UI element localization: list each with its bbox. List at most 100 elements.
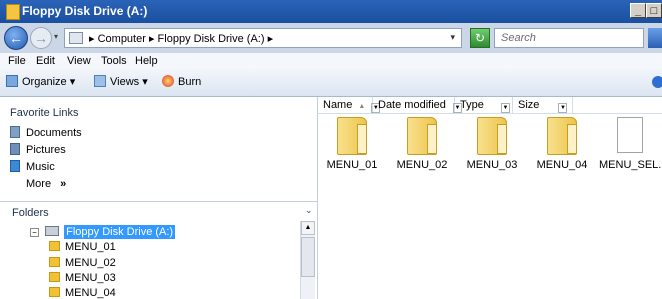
chevron-down-icon: ▾: [69, 76, 76, 88]
tree-label: MENU_02: [65, 257, 116, 269]
floppy-drive-icon: [45, 226, 60, 236]
favorite-documents[interactable]: Documents: [10, 126, 82, 139]
file-name: MENU_02: [396, 159, 448, 171]
file-item-menu-02[interactable]: MENU_02: [391, 115, 453, 185]
address-bar: ← → ▾ ▸ Computer ▸ Floppy Disk Drive (A:…: [0, 23, 662, 53]
column-size[interactable]: Size ▼: [513, 97, 573, 113]
music-icon: [10, 160, 20, 172]
refresh-button[interactable]: ↻: [470, 28, 490, 48]
tree-label: MENU_04: [65, 287, 116, 299]
tree-item-menu-02[interactable]: MENU_02: [49, 257, 116, 269]
breadcrumb-separator[interactable]: ▸: [268, 33, 274, 45]
sort-up-icon: ▲: [358, 103, 366, 110]
document-icon: [617, 117, 643, 153]
favorite-pictures[interactable]: Pictures: [10, 143, 66, 156]
collapse-icon[interactable]: ⌄: [305, 205, 313, 216]
organize-icon: [6, 75, 18, 87]
file-name: MENU_SEL....: [599, 159, 662, 171]
scroll-thumb[interactable]: [301, 237, 315, 277]
folder-icon: [49, 272, 60, 282]
burn-label: Burn: [178, 76, 202, 88]
organize-button[interactable]: Organize ▾: [6, 75, 75, 88]
burn-icon: [162, 75, 174, 87]
tree-label: MENU_03: [65, 272, 116, 284]
chevron-down-icon: ▾: [142, 76, 148, 88]
menu-tools[interactable]: Tools: [101, 55, 127, 67]
scroll-up-icon[interactable]: ▲: [301, 221, 315, 235]
search-placeholder: Search: [501, 32, 536, 44]
breadcrumb-floppy[interactable]: Floppy Disk Drive (A:): [158, 33, 265, 45]
views-label: Views: [110, 76, 140, 88]
views-icon: [94, 75, 106, 87]
menu-edit[interactable]: Edit: [36, 55, 55, 67]
help-icon[interactable]: [652, 76, 662, 88]
address-box[interactable]: ▸ Computer ▸ Floppy Disk Drive (A:) ▸ ▾: [64, 28, 462, 48]
forward-button[interactable]: →: [30, 27, 52, 49]
address-dropdown[interactable]: ▾: [450, 32, 455, 43]
collapse-toggle-icon[interactable]: −: [30, 228, 39, 237]
breadcrumb-separator[interactable]: ▸: [89, 33, 95, 45]
organize-label: Organize: [22, 76, 67, 88]
file-item-menu-01[interactable]: MENU_01: [321, 115, 383, 185]
tree-root-item[interactable]: − Floppy Disk Drive (A:): [30, 225, 176, 239]
computer-icon: [69, 32, 83, 44]
folder-icon: [49, 241, 60, 251]
folder-icon: [407, 117, 437, 155]
column-type[interactable]: Type ▼: [455, 97, 513, 113]
divider: [0, 201, 318, 202]
favorite-links-heading: Favorite Links: [10, 107, 79, 119]
file-item-menu-04[interactable]: MENU_04: [531, 115, 593, 185]
folder-icon: [337, 117, 367, 155]
minimize-button[interactable]: _: [630, 3, 646, 18]
folder-icon: [547, 117, 577, 155]
column-date-modified[interactable]: Date modified ▼: [373, 97, 462, 113]
favorite-label: Music: [26, 161, 55, 173]
tree-item-menu-01[interactable]: MENU_01: [49, 241, 116, 253]
file-item-menu-03[interactable]: MENU_03: [461, 115, 523, 185]
burn-button[interactable]: Burn: [162, 75, 201, 88]
file-item-menu-sel[interactable]: MENU_SEL....: [599, 115, 662, 185]
folders-heading[interactable]: Folders: [12, 207, 49, 219]
column-label: Size: [518, 99, 540, 111]
favorite-label: Pictures: [26, 144, 66, 156]
tree-item-menu-03[interactable]: MENU_03: [49, 272, 116, 284]
tree-item-menu-04[interactable]: MENU_04: [49, 287, 116, 299]
breadcrumb-separator[interactable]: ▸: [149, 33, 155, 45]
breadcrumb: ▸ Computer ▸ Floppy Disk Drive (A:) ▸: [89, 32, 273, 45]
menu-view[interactable]: View: [67, 55, 91, 67]
folder-icon: [477, 117, 507, 155]
folders-scrollbar[interactable]: ▲: [300, 221, 315, 299]
more-label: More: [26, 178, 52, 190]
folder-icon: [6, 4, 20, 20]
file-name: MENU_04: [536, 159, 588, 171]
favorite-music[interactable]: Music: [10, 160, 55, 173]
column-label: Type: [460, 99, 484, 111]
command-toolbar: Organize ▾ Views ▾ Burn: [0, 69, 662, 97]
column-header-row: Name ▲ ▼ Date modified ▼ Type ▼ Size ▼: [318, 97, 662, 114]
search-input[interactable]: Search: [494, 28, 644, 48]
double-chevron-icon: »: [60, 178, 67, 190]
file-list-pane: Name ▲ ▼ Date modified ▼ Type ▼ Size ▼ M…: [318, 97, 662, 299]
chevron-down-icon[interactable]: ▼: [558, 103, 568, 113]
menu-bar: File Edit View Tools Help: [0, 53, 662, 69]
menu-help[interactable]: Help: [135, 55, 158, 67]
column-label: Date modified: [378, 99, 446, 111]
window-title: Floppy Disk Drive (A:): [22, 4, 148, 18]
more-favorites-link[interactable]: More »: [26, 178, 66, 190]
folder-icon: [49, 287, 60, 297]
tree-label: MENU_01: [65, 241, 116, 253]
views-button[interactable]: Views ▾: [94, 75, 148, 88]
breadcrumb-computer[interactable]: Computer: [98, 33, 146, 45]
pictures-icon: [10, 143, 20, 155]
title-bar: Floppy Disk Drive (A:) _ □: [0, 0, 662, 23]
search-icon[interactable]: [648, 28, 662, 48]
back-button[interactable]: ←: [4, 26, 28, 50]
tree-root-label: Floppy Disk Drive (A:): [64, 225, 176, 239]
folder-icon: [49, 257, 60, 267]
menu-file[interactable]: File: [8, 55, 26, 67]
column-name[interactable]: Name ▲ ▼: [318, 97, 381, 113]
chevron-down-icon[interactable]: ▼: [500, 103, 510, 113]
maximize-button[interactable]: □: [646, 3, 662, 18]
navigation-pane: Favorite Links Documents Pictures Music …: [0, 97, 318, 299]
recent-pages-dropdown[interactable]: ▾: [54, 32, 58, 41]
